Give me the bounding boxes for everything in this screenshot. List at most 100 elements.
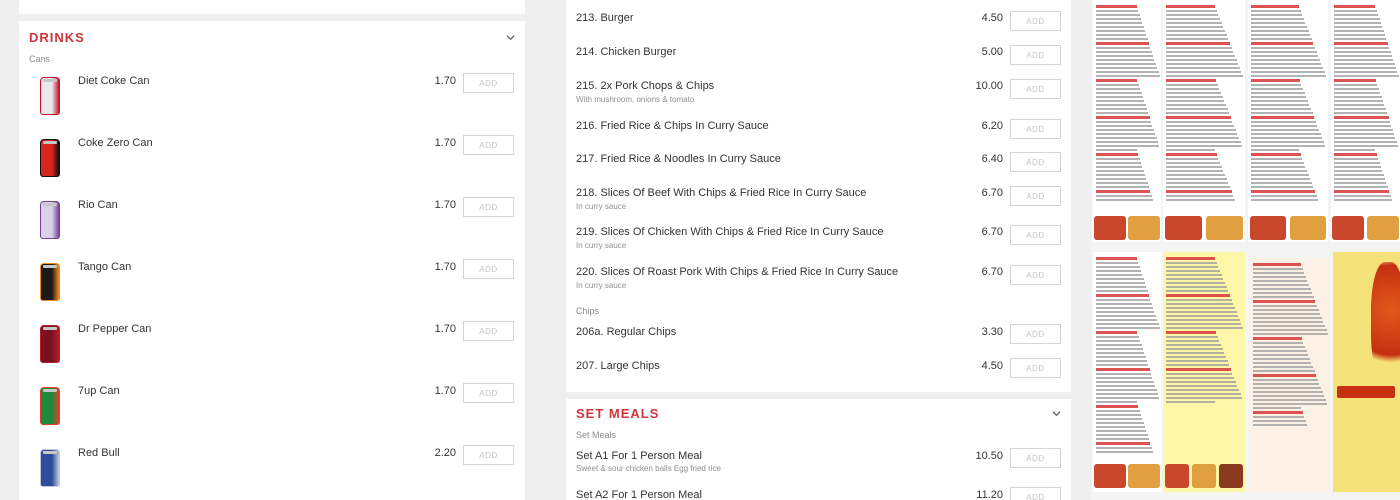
menu-banner [1337,386,1395,398]
menu-line [1096,153,1139,156]
menu-line [1096,129,1154,131]
drink-can-icon [40,139,60,177]
menu-line [1253,276,1306,278]
menu-text-lines [1163,255,1245,405]
add-button[interactable]: ADD [1010,79,1061,99]
item-description: Sweet & sour chicken balls Egg fried ric… [576,464,721,473]
menu-line [1166,274,1222,276]
menu-line [1251,178,1311,180]
add-button[interactable]: ADD [1010,225,1061,245]
chevron-down-icon[interactable] [1052,409,1061,418]
add-button[interactable]: ADD [1010,324,1061,344]
menu-line [1253,317,1322,319]
menu-line [1096,14,1140,16]
add-button[interactable]: ADD [1010,448,1061,468]
menu-line [1253,313,1321,315]
menu-line [1334,137,1396,139]
menu-line [1096,414,1141,416]
menu-line [1251,79,1300,82]
menu-line [1253,411,1303,414]
add-button[interactable]: ADD [463,135,514,155]
menu-line [1166,162,1221,164]
set-meals-section-header[interactable]: SET MEALS [576,403,1061,423]
menu-page-image[interactable] [1248,0,1328,242]
menu-line [1251,199,1319,201]
add-button[interactable]: ADD [1010,358,1061,378]
item-name: Rio Can [78,199,118,211]
menu-line [1096,364,1149,366]
menu-line [1253,362,1312,364]
menu-page-image[interactable] [1163,252,1245,492]
add-button[interactable]: ADD [463,321,514,341]
menu-line [1166,47,1232,49]
menu-line [1334,34,1386,36]
menu-line [1253,346,1305,348]
drinks-section-header[interactable]: DRINKS [29,27,515,47]
menu-line [1251,88,1303,90]
menu-line [1166,92,1221,94]
menu-line [1166,133,1238,135]
drink-item: 7up Can 1.70 ADD [19,383,525,441]
menu-page-image[interactable] [1093,252,1161,492]
menu-image-gallery[interactable] [1091,0,1400,500]
add-button[interactable]: ADD [1010,487,1061,500]
menu-line [1166,141,1241,143]
add-button[interactable]: ADD [463,197,514,217]
menu-line [1096,348,1143,350]
add-button[interactable]: ADD [463,73,514,93]
menu-line [1166,331,1217,334]
menu-line [1334,79,1377,82]
menu-item: 218. Slices Of Beef With Chips & Fried R… [566,186,1071,219]
add-button[interactable]: ADD [1010,186,1061,206]
item-price: 1.70 [434,323,456,335]
menu-line [1166,75,1244,77]
menu-page-image[interactable] [1333,252,1400,492]
menu-line [1096,79,1138,82]
menu-line [1096,356,1146,358]
add-button[interactable]: ADD [1010,45,1061,65]
menu-page-image[interactable] [1331,0,1400,242]
menu-line [1334,42,1388,45]
menu-line [1253,329,1327,331]
menu-text-lines [1163,3,1245,203]
menu-line [1166,270,1221,272]
menu-line [1251,5,1299,8]
menu-page-image[interactable] [1093,0,1161,242]
add-button[interactable]: ADD [1010,119,1061,139]
menu-line [1096,336,1139,338]
chips-subcategory-label: Chips [576,306,600,316]
add-button[interactable]: ADD [463,445,514,465]
add-button[interactable]: ADD [1010,265,1061,285]
menu-line [1251,26,1307,28]
product-image [29,137,71,179]
menu-page-image[interactable] [1163,0,1245,242]
menu-line [1096,125,1153,127]
menu-line [1096,51,1152,53]
item-price: 4.50 [981,360,1003,372]
menu-line [1334,195,1391,197]
menu-line [1096,63,1156,65]
menu-line [1251,141,1324,143]
add-button[interactable]: ADD [1010,152,1061,172]
chevron-down-icon[interactable] [506,33,515,42]
menu-line [1096,389,1157,391]
menu-line [1096,137,1157,139]
drink-can-icon [40,201,60,239]
menu-page-image[interactable] [1250,258,1330,492]
add-button[interactable]: ADD [463,259,514,279]
menu-line [1253,395,1325,397]
dragon-illustration [1371,262,1400,382]
menu-line [1166,294,1230,297]
menu-line [1253,288,1311,290]
menu-line [1334,199,1392,201]
add-button[interactable]: ADD [463,383,514,403]
menu-line [1166,364,1230,366]
menu-line [1166,166,1222,168]
menu-line [1251,149,1299,151]
add-button[interactable]: ADD [1010,11,1061,31]
menu-line [1251,137,1323,139]
menu-line [1253,366,1313,368]
menu-line [1253,268,1303,270]
menu-line [1334,108,1386,110]
menu-line [1166,145,1243,147]
